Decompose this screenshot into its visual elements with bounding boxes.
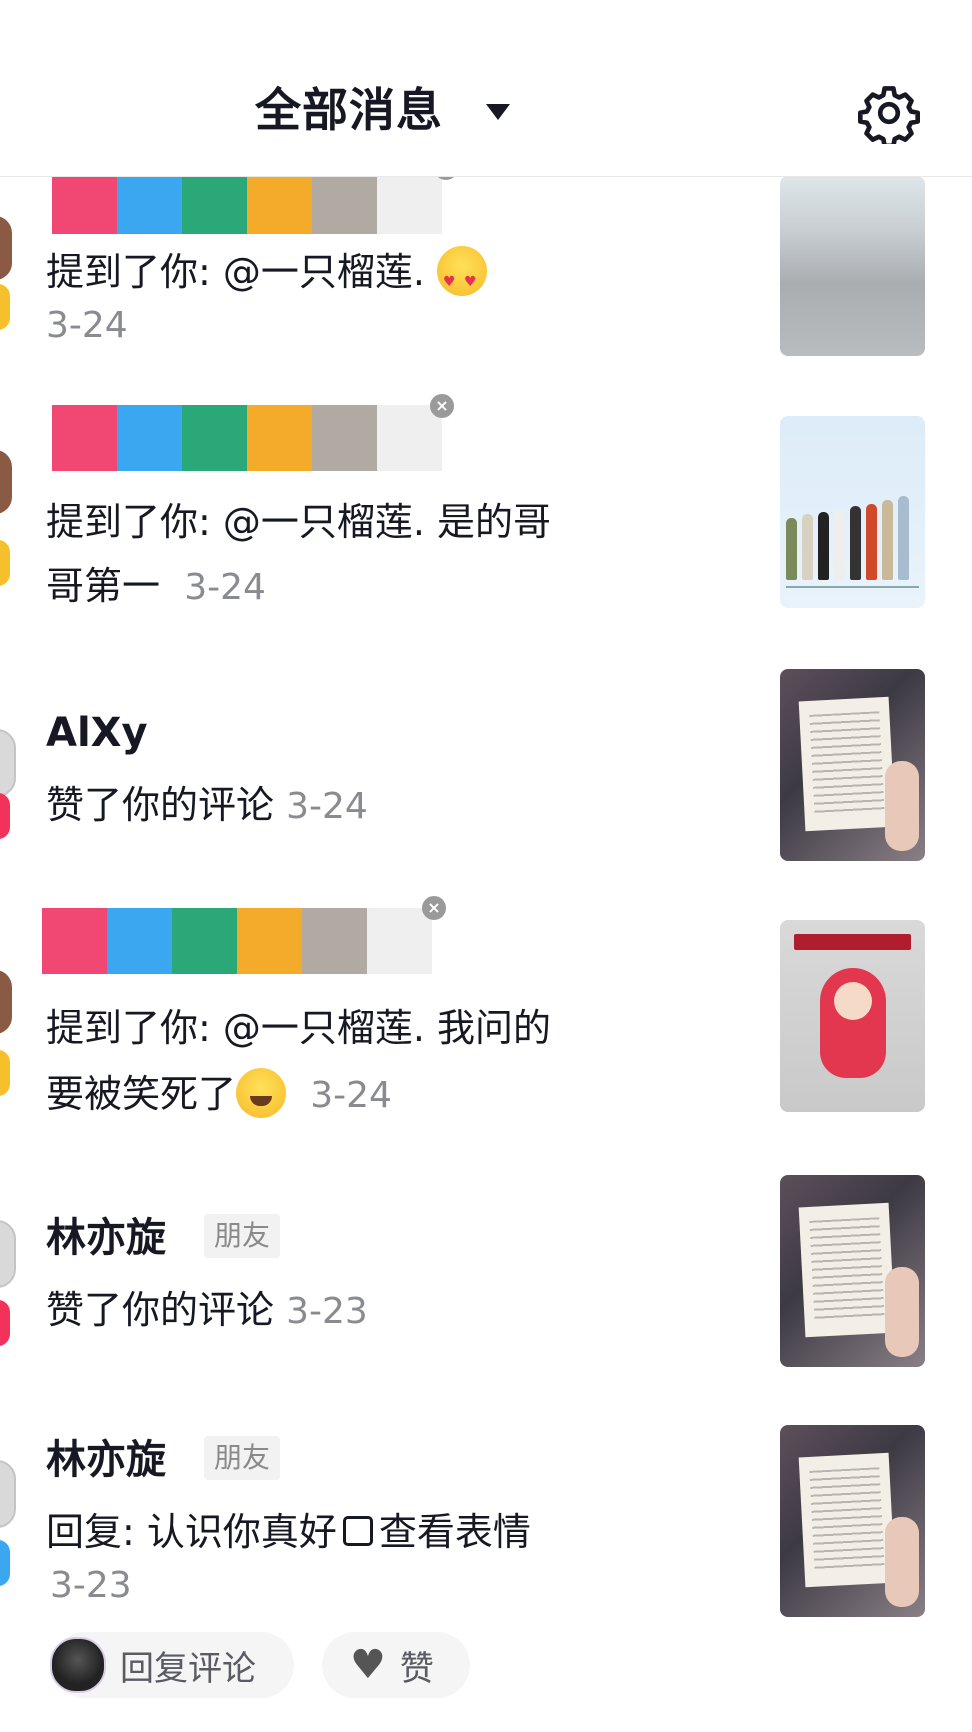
censor-block xyxy=(172,908,237,974)
name-censor-bar xyxy=(52,405,442,471)
dropdown-caret-icon[interactable] xyxy=(486,104,510,120)
censor-block xyxy=(52,168,117,234)
sea-thumbnail[interactable] xyxy=(780,176,925,356)
thumb-hand xyxy=(885,1267,919,1357)
thumb-figure xyxy=(866,504,877,580)
name-censor-bar xyxy=(52,168,442,234)
thumb-scale-bar xyxy=(786,586,919,588)
message-date: 3-23 xyxy=(50,1565,132,1606)
thumb-doll-face xyxy=(834,982,872,1020)
message-date: 3-24 xyxy=(286,786,368,827)
name-censor-bar xyxy=(42,908,432,974)
avatar[interactable] xyxy=(0,970,12,1034)
avatar xyxy=(50,1637,106,1693)
message-date: 3-24 xyxy=(310,1075,392,1116)
censor-block xyxy=(377,168,442,234)
book-thumbnail[interactable] xyxy=(780,669,925,861)
message-text: 回复: 认识你真好 查看表情 xyxy=(46,1510,531,1554)
message-row[interactable]: × 提到了你: @一只榴莲. 是的哥 哥第一 3-24 xyxy=(0,394,972,620)
thumb-page xyxy=(798,696,896,832)
close-icon: × xyxy=(422,896,446,920)
censor-block xyxy=(42,908,107,974)
avatar[interactable] xyxy=(0,216,12,280)
censor-block xyxy=(312,168,377,234)
thumb-figure xyxy=(834,510,845,580)
censor-block xyxy=(367,908,432,974)
like-label: 赞 xyxy=(399,1648,434,1689)
header-bar: 全部消息 xyxy=(0,0,972,177)
mention-badge-icon xyxy=(0,1050,10,1096)
censor-block xyxy=(107,908,172,974)
censor-block xyxy=(117,168,182,234)
friend-badge: 朋友 xyxy=(204,1214,281,1258)
censor-block xyxy=(302,908,367,974)
avatar[interactable] xyxy=(0,450,12,514)
message-text-line-1: 提到了你: @一只榴莲. 是的哥 xyxy=(46,500,552,544)
thumb-figure xyxy=(802,514,813,580)
thumb-figure xyxy=(882,500,893,580)
mention-badge-icon xyxy=(0,540,10,586)
page-title[interactable]: 全部消息 xyxy=(255,80,443,140)
avatar[interactable] xyxy=(0,1460,16,1528)
message-row[interactable]: × 提到了你: @一只榴莲. 我问的 要被笑死了 3-24 xyxy=(0,896,972,1130)
laugh-cry-emoji-icon xyxy=(236,1067,287,1118)
thumb-figure xyxy=(818,512,829,580)
censor-block xyxy=(377,405,442,471)
message-text: 赞了你的评论 3-24 xyxy=(46,783,368,827)
sender-name[interactable]: 林亦旋 xyxy=(46,1434,166,1486)
message-date: 3-24 xyxy=(184,567,266,608)
gear-icon[interactable] xyxy=(858,82,920,144)
reply-comment-label: 回复评论 xyxy=(120,1648,256,1689)
censor-block xyxy=(247,405,312,471)
message-row[interactable]: 林亦旋 朋友 赞了你的评论 3-23 xyxy=(0,1170,972,1380)
message-row[interactable]: 林亦旋 朋友 回复: 认识你真好 查看表情 3-23 xyxy=(0,1400,972,1620)
thumb-banner xyxy=(794,934,911,950)
mention-badge-icon xyxy=(0,284,10,330)
message-text: 提到了你: @一只榴莲. xyxy=(46,244,488,310)
thumb-figure xyxy=(898,496,909,580)
message-date: 3-23 xyxy=(286,1291,368,1332)
message-row[interactable]: AlXy 赞了你的评论 3-24 xyxy=(0,665,972,875)
lineup-thumbnail[interactable] xyxy=(780,416,925,608)
censor-block xyxy=(237,908,302,974)
view-sticker-link[interactable]: 查看表情 xyxy=(379,1510,531,1554)
heart-icon: ♥ xyxy=(350,1642,386,1688)
censor-block xyxy=(182,405,247,471)
doll-thumbnail[interactable] xyxy=(780,920,925,1112)
sender-name[interactable]: 林亦旋 xyxy=(46,1212,166,1264)
thumb-page xyxy=(798,1202,896,1338)
book-thumbnail[interactable] xyxy=(780,1425,925,1617)
reply-badge-icon xyxy=(0,1540,10,1586)
censor-block xyxy=(52,405,117,471)
thumb-figure xyxy=(786,518,797,580)
like-button[interactable]: ♥ 赞 xyxy=(322,1632,470,1698)
censor-block xyxy=(247,168,312,234)
message-text-line-2: 哥第一 3-24 xyxy=(46,564,266,608)
sender-name[interactable]: AlXy xyxy=(46,707,148,759)
message-text: 赞了你的评论 3-23 xyxy=(46,1288,368,1332)
avatar[interactable] xyxy=(0,729,16,797)
message-text-line-1: 提到了你: @一只榴莲. 我问的 xyxy=(46,1006,552,1050)
friend-badge: 朋友 xyxy=(204,1436,281,1480)
censor-block xyxy=(312,405,377,471)
book-thumbnail[interactable] xyxy=(780,1175,925,1367)
reply-comment-button[interactable]: 回复评论 xyxy=(50,1632,294,1698)
avatar[interactable] xyxy=(0,1220,16,1288)
image-icon xyxy=(342,1515,373,1546)
message-text-line-2: 要被笑死了 3-24 xyxy=(46,1066,392,1124)
censor-block xyxy=(117,405,182,471)
thumb-hand xyxy=(885,761,919,851)
close-icon: × xyxy=(430,394,454,418)
thumb-hand xyxy=(885,1517,919,1607)
censor-block xyxy=(182,168,247,234)
message-date: 3-24 xyxy=(46,305,128,346)
like-badge-icon xyxy=(0,793,10,839)
thumb-page xyxy=(798,1452,896,1588)
heart-eyes-emoji-icon xyxy=(437,245,488,310)
message-row[interactable]: × 提到了你: @一只榴莲. 3-24 xyxy=(0,156,972,376)
like-badge-icon xyxy=(0,1300,10,1346)
thumb-figure xyxy=(850,506,861,580)
